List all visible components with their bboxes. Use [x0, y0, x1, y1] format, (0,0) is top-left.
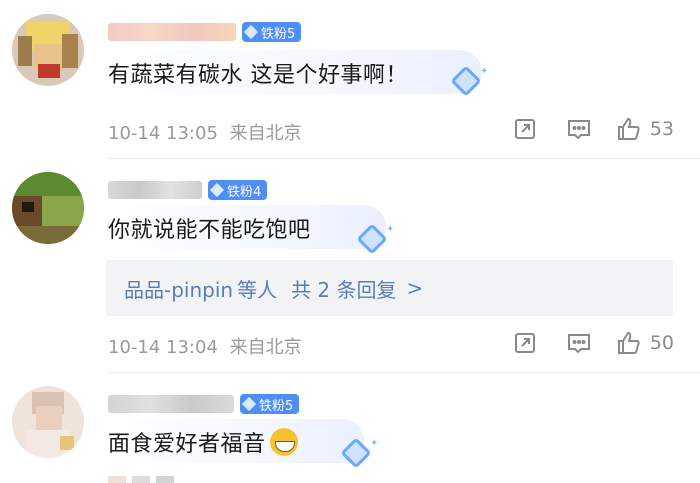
share-icon — [514, 333, 535, 353]
comment-location: 来自北京 — [229, 123, 302, 144]
chevron-right-icon: > — [406, 276, 424, 300]
comment-actions: 53 — [498, 114, 674, 144]
like-button[interactable]: 53 — [616, 116, 674, 142]
share-button[interactable] — [498, 114, 552, 144]
username-blurred[interactable] — [108, 23, 236, 41]
next-comment-peek — [108, 476, 174, 483]
comment-meta: 10-14 13:04 来自北京 — [108, 333, 302, 359]
reply-count[interactable]: 共 2 条回复 — [291, 274, 396, 303]
username-row[interactable]: 铁粉5 — [108, 20, 302, 44]
sparkle-icon: ✦ — [370, 438, 379, 449]
fan-gem-icon — [209, 182, 225, 198]
like-count: 50 — [649, 332, 674, 354]
username-row[interactable]: 铁粉4 — [108, 178, 268, 202]
fan-level-badge: 铁粉4 — [208, 180, 268, 200]
comment-meta: 10-14 13:05 来自北京 — [108, 119, 302, 145]
avatar[interactable] — [12, 386, 84, 458]
reply-suffix: 等人 — [237, 277, 278, 302]
sparkle-icon: ✦ — [386, 224, 395, 235]
fan-level-label: 铁粉5 — [259, 398, 294, 414]
avatar[interactable] — [12, 172, 84, 244]
comment-button[interactable] — [552, 328, 606, 358]
comment-icon — [567, 334, 590, 354]
fan-level-label: 铁粉5 — [261, 26, 296, 42]
divider — [108, 158, 700, 159]
comment-text-content: 面食爱好者福音 — [108, 432, 266, 457]
share-icon — [514, 119, 535, 139]
grinning-face-icon — [269, 428, 298, 456]
username-blurred[interactable] — [108, 181, 202, 199]
comment-text[interactable]: 面食爱好者福音 — [108, 426, 298, 458]
username-blurred[interactable] — [108, 395, 234, 413]
comment-actions: 50 — [498, 328, 674, 358]
comment-time: 10-14 13:04 — [108, 337, 218, 358]
divider — [108, 372, 700, 373]
reply-author[interactable]: 品品-pinpin — [124, 274, 233, 303]
like-icon — [617, 117, 640, 140]
comment-text[interactable]: 你就说能不能吃饱吧 — [108, 212, 311, 244]
like-count: 53 — [649, 118, 674, 140]
fan-gem-icon — [241, 396, 257, 412]
fan-gem-icon — [243, 24, 259, 40]
comment-button[interactable] — [552, 114, 606, 144]
fan-level-label: 铁粉4 — [227, 184, 262, 200]
sparkle-icon: ✦ — [480, 66, 489, 77]
share-button[interactable] — [498, 328, 552, 358]
comment-time: 10-14 13:05 — [108, 123, 218, 144]
username-row[interactable]: 铁粉5 — [108, 392, 300, 416]
comment-icon — [567, 120, 590, 140]
like-icon — [617, 331, 640, 354]
avatar[interactable] — [12, 14, 84, 86]
fan-level-badge: 铁粉5 — [242, 22, 302, 42]
fan-level-badge: 铁粉5 — [240, 394, 300, 414]
like-button[interactable]: 50 — [616, 330, 674, 356]
comment-location: 来自北京 — [229, 337, 302, 358]
reply-summary[interactable]: 品品-pinpin 等人 共 2 条回复 > — [106, 260, 673, 316]
comment-text[interactable]: 有蔬菜有碳水 这是个好事啊！ — [108, 57, 408, 89]
